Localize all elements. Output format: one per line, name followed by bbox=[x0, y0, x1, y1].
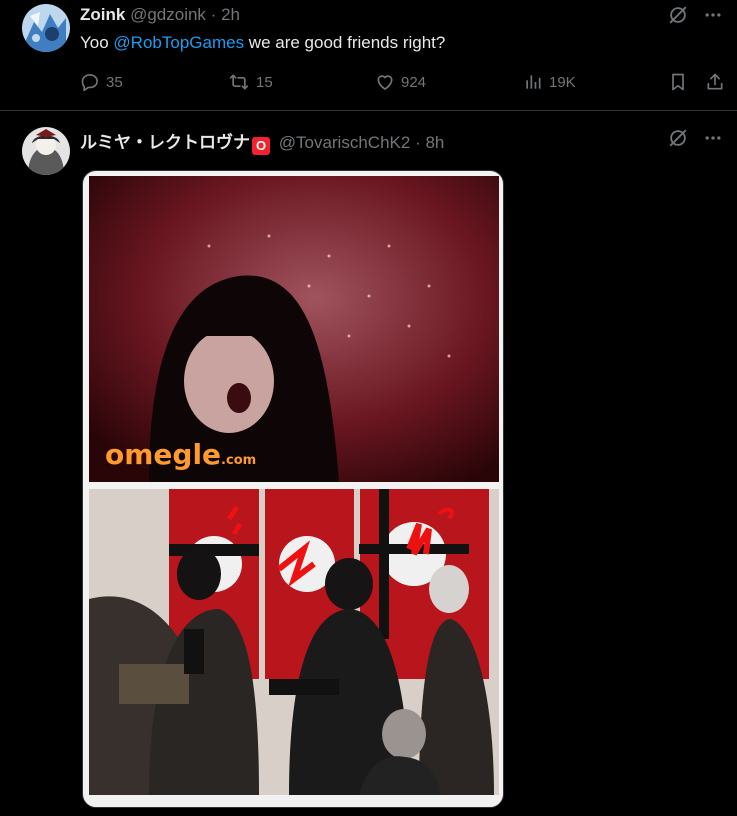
tweet-top-actions bbox=[667, 127, 723, 149]
group-scene-image bbox=[89, 489, 499, 795]
tweet[interactable]: ルミヤ・レクトロヴナ O @TovarischChK2 · 8h omegle.… bbox=[0, 111, 737, 816]
timestamp[interactable]: 2h bbox=[221, 5, 240, 24]
bookmark-button[interactable] bbox=[668, 72, 688, 92]
more-icon[interactable] bbox=[703, 128, 723, 148]
tweet-text: Yoo @RobTopGames we are good friends rig… bbox=[80, 33, 445, 53]
tweet-actions: 35 15 924 19K bbox=[80, 72, 725, 94]
tweet-header: ルミヤ・レクトロヴナ O @TovarischChK2 · 8h bbox=[80, 128, 444, 155]
watermark-brand: omegle bbox=[105, 438, 222, 471]
avatar[interactable] bbox=[22, 4, 70, 52]
timestamp[interactable]: 8h bbox=[425, 133, 444, 152]
media-frame-top: omegle.com bbox=[89, 176, 499, 482]
webcam-scene-image bbox=[89, 176, 499, 482]
watermark-suffix: .com bbox=[221, 453, 257, 468]
omegle-watermark-text: omegle.com bbox=[105, 438, 256, 471]
separator-dot: · bbox=[210, 5, 217, 24]
tweet-text-end: we are good friends right? bbox=[244, 33, 446, 52]
more-icon[interactable] bbox=[703, 5, 723, 25]
like-button[interactable]: 924 bbox=[375, 72, 426, 92]
like-icon bbox=[375, 72, 395, 92]
media-frame-bottom bbox=[89, 489, 499, 795]
display-name[interactable]: ルミヤ・レクトロヴナ bbox=[80, 133, 250, 152]
tweet-header: Zoink @gdzoink · 2h bbox=[80, 5, 240, 25]
profile-badge: O bbox=[252, 137, 270, 155]
username[interactable]: @gdzoink bbox=[130, 5, 206, 24]
grok-icon[interactable] bbox=[667, 4, 689, 26]
views-button[interactable]: 19K bbox=[523, 72, 576, 92]
reply-icon bbox=[80, 72, 100, 92]
share-button[interactable] bbox=[705, 72, 725, 92]
reply-count: 35 bbox=[106, 73, 123, 91]
tweet-media[interactable]: omegle.com bbox=[82, 170, 504, 808]
bookmark-icon bbox=[668, 72, 688, 92]
repost-icon bbox=[228, 72, 250, 92]
grok-icon[interactable] bbox=[667, 127, 689, 149]
tweet-top-actions bbox=[667, 4, 723, 26]
separator-dot: · bbox=[415, 133, 421, 152]
display-name[interactable]: Zoink bbox=[80, 5, 125, 24]
repost-count: 15 bbox=[256, 73, 273, 91]
share-icon bbox=[705, 72, 725, 92]
repost-button[interactable]: 15 bbox=[228, 72, 273, 92]
view-count: 19K bbox=[549, 73, 576, 91]
tweet[interactable]: Zoink @gdzoink · 2h Yoo @RobTopGames we … bbox=[0, 0, 737, 111]
avatar[interactable] bbox=[22, 127, 70, 175]
like-count: 924 bbox=[401, 73, 427, 91]
reply-button[interactable]: 35 bbox=[80, 72, 123, 92]
mention-link[interactable]: @RobTopGames bbox=[113, 33, 244, 52]
tweet-text-start: Yoo bbox=[80, 33, 114, 52]
username[interactable]: @TovarischChK2 bbox=[279, 133, 411, 152]
views-icon bbox=[523, 72, 543, 92]
